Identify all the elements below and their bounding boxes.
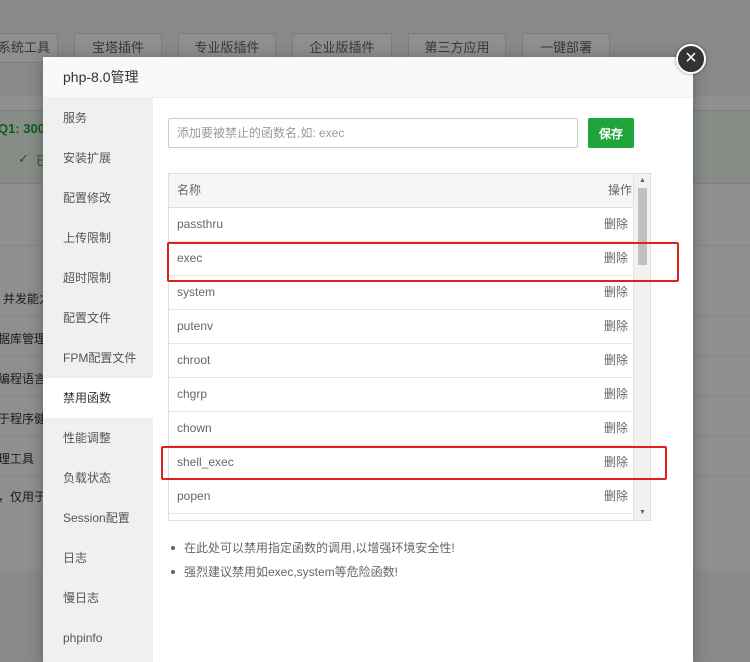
help-note: 在此处可以禁用指定函数的调用,以增强环境安全性! <box>169 536 455 560</box>
delete-link[interactable]: 删除 <box>604 208 628 241</box>
sidebar-item-performance-tuning[interactable]: 性能调整 <box>43 418 153 458</box>
table-row: popen 删除 <box>169 480 650 514</box>
function-name: popen <box>177 489 211 503</box>
function-name: passthru <box>177 217 224 231</box>
sidebar-item-disabled-functions[interactable]: 禁用函数 <box>43 378 153 418</box>
delete-link[interactable]: 删除 <box>604 412 628 445</box>
php-manager-modal: php-8.0管理 服务 安装扩展 配置修改 上传限制 超时限制 配置文件 FP… <box>43 57 693 662</box>
sidebar-item-log[interactable]: 日志 <box>43 538 153 578</box>
table-row: chgrp 删除 <box>169 378 650 412</box>
sidebar-item-service[interactable]: 服务 <box>43 98 153 138</box>
modal-sidebar: 服务 安装扩展 配置修改 上传限制 超时限制 配置文件 FPM配置文件 禁用函数… <box>43 98 153 662</box>
sidebar-item-upload-limit[interactable]: 上传限制 <box>43 218 153 258</box>
delete-link[interactable]: 删除 <box>604 480 628 513</box>
function-name: chroot <box>177 353 211 367</box>
save-button[interactable]: 保存 <box>588 118 634 148</box>
function-name-input[interactable] <box>168 118 578 148</box>
function-name: putenv <box>177 319 214 333</box>
column-header-action: 操作 <box>607 183 632 197</box>
table-row: passthru 删除 <box>169 208 650 242</box>
sidebar-item-config-file[interactable]: 配置文件 <box>43 298 153 338</box>
sidebar-item-timeout-limit[interactable]: 超时限制 <box>43 258 153 298</box>
delete-link[interactable]: 删除 <box>604 378 628 411</box>
function-name: chgrp <box>177 387 208 401</box>
delete-link[interactable]: 删除 <box>604 344 628 377</box>
table-row: putenv 删除 <box>169 310 650 344</box>
sidebar-item-config-modify[interactable]: 配置修改 <box>43 178 153 218</box>
sidebar-item-session-config[interactable]: Session配置 <box>43 498 153 538</box>
sidebar-item-fpm-config-file[interactable]: FPM配置文件 <box>43 338 153 378</box>
table-row: chown 删除 <box>169 412 650 446</box>
table-header: 名称 操作 <box>169 174 650 208</box>
help-note: 强烈建议禁用如exec,system等危险函数! <box>169 560 455 584</box>
modal-content: 保存 名称 操作 passthru 删除 exec 删除 system 删除 <box>153 98 693 662</box>
table-row: chroot 删除 <box>169 344 650 378</box>
delete-link[interactable]: 删除 <box>604 310 628 343</box>
highlight-box-shell-exec <box>161 446 667 480</box>
sidebar-item-install-extensions[interactable]: 安装扩展 <box>43 138 153 178</box>
scroll-up-icon[interactable]: ▲ <box>634 174 650 188</box>
help-notes: 在此处可以禁用指定函数的调用,以增强环境安全性! 强烈建议禁用如exec,sys… <box>169 536 455 584</box>
sidebar-item-phpinfo[interactable]: phpinfo <box>43 618 153 658</box>
highlight-box-exec <box>167 242 679 282</box>
close-icon[interactable]: × <box>676 44 706 74</box>
column-header-name: 名称 <box>177 183 202 197</box>
modal-title: php-8.0管理 <box>43 57 693 98</box>
table-row <box>169 514 650 520</box>
sidebar-item-slow-log[interactable]: 慢日志 <box>43 578 153 618</box>
sidebar-item-load-status[interactable]: 负载状态 <box>43 458 153 498</box>
function-name: chown <box>177 421 212 435</box>
scroll-down-icon[interactable]: ▼ <box>634 506 650 520</box>
